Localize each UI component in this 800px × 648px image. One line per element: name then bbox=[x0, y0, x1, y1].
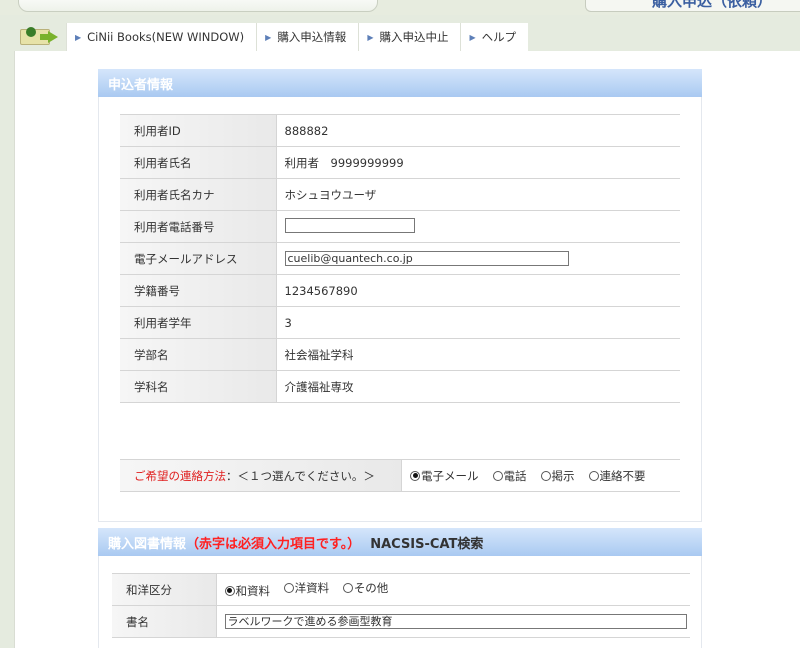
field-label: 書名 bbox=[112, 605, 217, 638]
grade-value: 3 bbox=[276, 306, 680, 339]
field-label: 利用者学年 bbox=[120, 306, 277, 339]
section-title: 購入図書情報 bbox=[108, 536, 187, 552]
table-row: 利用者ID 888882 bbox=[120, 114, 680, 147]
contact-radio-email[interactable]: 電子メール bbox=[410, 468, 479, 484]
department-value: 介護福祉専攻 bbox=[276, 370, 680, 403]
table-row: 和洋区分 和資料 洋資料 その他 bbox=[112, 573, 690, 606]
table-row: 利用者学年 3 bbox=[120, 306, 680, 339]
radio-unchecked-icon bbox=[540, 470, 551, 481]
nav-item-label: ヘルプ bbox=[481, 30, 517, 44]
faculty-value: 社会福祉学科 bbox=[276, 338, 680, 371]
field-label: 利用者氏名 bbox=[120, 146, 277, 179]
radio-unchecked-icon bbox=[283, 583, 294, 594]
table-row: 学部名 社会福祉学科 bbox=[120, 338, 680, 371]
nav-bar: ▶ CiNii Books(NEW WINDOW) ▶ 購入申込情報 ▶ 購入申… bbox=[14, 23, 529, 51]
nacsis-cat-search-link[interactable]: NACSIS-CAT検索 bbox=[370, 533, 483, 552]
field-label: 学籍番号 bbox=[120, 274, 277, 307]
contact-radio-notice[interactable]: 掲示 bbox=[540, 468, 575, 484]
radio-unchecked-icon bbox=[342, 583, 353, 594]
radio-checked-icon bbox=[224, 585, 235, 596]
nav-item-label: 購入申込情報 bbox=[277, 30, 347, 44]
radio-unchecked-icon bbox=[588, 470, 599, 481]
applicant-section-header: 申込者情報 bbox=[98, 69, 702, 97]
category-radio-other[interactable]: その他 bbox=[342, 580, 388, 596]
nav-item-help[interactable]: ▶ ヘルプ bbox=[460, 23, 529, 51]
field-label: 和洋区分 bbox=[112, 573, 217, 606]
required-note: （赤字は必須入力項目です。） bbox=[186, 536, 361, 552]
email-input[interactable]: cuelib@quantech.co.jp bbox=[284, 251, 569, 266]
user-name-value: 利用者 9999999999 bbox=[276, 146, 680, 179]
nav-item-purchase-cancel[interactable]: ▶ 購入申込中止 bbox=[358, 23, 461, 51]
field-label: 学部名 bbox=[120, 338, 277, 371]
phone-input[interactable] bbox=[284, 217, 415, 233]
nav-item-label: 購入申込中止 bbox=[379, 30, 449, 44]
nav-item-label: CiNii Books(NEW WINDOW) bbox=[87, 30, 245, 44]
user-folder-arrow-icon bbox=[14, 23, 66, 51]
nav-item-cinii-books[interactable]: ▶ CiNii Books(NEW WINDOW) bbox=[66, 23, 257, 51]
book-title-input[interactable]: ラベルワークで進める参画型教育 bbox=[224, 614, 687, 629]
header-tab-decoration bbox=[18, 0, 378, 12]
table-row: 利用者氏名カナ ホシュヨウユーザ bbox=[120, 178, 680, 211]
page-title: 購入申込（依頼） bbox=[651, 0, 772, 10]
nav-item-purchase-info[interactable]: ▶ 購入申込情報 bbox=[256, 23, 359, 51]
field-label: 電子メールアドレス bbox=[120, 242, 277, 275]
table-row: 利用者氏名 利用者 9999999999 bbox=[120, 146, 680, 179]
contact-method-row: ご希望の連絡方法 ：＜１つ選んでください。＞ 電子メール 電話 掲示 連絡不要 bbox=[120, 459, 680, 492]
contact-options: 電子メール 電話 掲示 連絡不要 bbox=[402, 460, 680, 491]
table-row: 学科名 介護福祉専攻 bbox=[120, 370, 680, 403]
category-radio-japanese[interactable]: 和資料 bbox=[224, 583, 270, 599]
table-row: 電子メールアドレス cuelib@quantech.co.jp bbox=[120, 242, 680, 275]
contact-note: ：＜１つ選んでください。＞ bbox=[226, 468, 375, 483]
radio-unchecked-icon bbox=[492, 470, 503, 481]
contact-radio-phone[interactable]: 電話 bbox=[492, 468, 527, 484]
book-table: 和洋区分 和資料 洋資料 その他 書名 ラベルワークで進める参画型教育 bbox=[112, 573, 690, 638]
student-number-value: 1234567890 bbox=[276, 274, 680, 307]
field-label: 学科名 bbox=[120, 370, 277, 403]
category-radio-western[interactable]: 洋資料 bbox=[283, 580, 329, 596]
field-label: 利用者電話番号 bbox=[120, 210, 277, 243]
triangle-right-icon: ▶ bbox=[367, 32, 374, 42]
field-label: 利用者ID bbox=[120, 114, 277, 147]
contact-radio-none[interactable]: 連絡不要 bbox=[588, 468, 646, 484]
table-row: 利用者電話番号 bbox=[120, 210, 680, 243]
contact-method-label: ご希望の連絡方法 ：＜１つ選んでください。＞ bbox=[120, 460, 402, 491]
field-label: 利用者氏名カナ bbox=[120, 178, 277, 211]
triangle-right-icon: ▶ bbox=[469, 32, 476, 42]
top-header: 購入申込（依頼） bbox=[0, 0, 800, 15]
table-row: 学籍番号 1234567890 bbox=[120, 274, 680, 307]
book-section-header: 購入図書情報 （赤字は必須入力項目です。） NACSIS-CAT検索 bbox=[98, 528, 702, 556]
contact-required-label: ご希望の連絡方法 bbox=[134, 468, 226, 483]
applicant-table: 利用者ID 888882 利用者氏名 利用者 9999999999 利用者氏名カ… bbox=[120, 114, 680, 403]
table-row: 書名 ラベルワークで進める参画型教育 bbox=[112, 605, 690, 638]
triangle-right-icon: ▶ bbox=[75, 32, 82, 42]
user-kana-value: ホシュヨウユーザ bbox=[276, 178, 680, 211]
triangle-right-icon: ▶ bbox=[265, 32, 272, 42]
radio-checked-icon bbox=[410, 470, 420, 481]
section-title: 申込者情報 bbox=[108, 77, 174, 93]
user-id-value: 888882 bbox=[276, 114, 680, 147]
